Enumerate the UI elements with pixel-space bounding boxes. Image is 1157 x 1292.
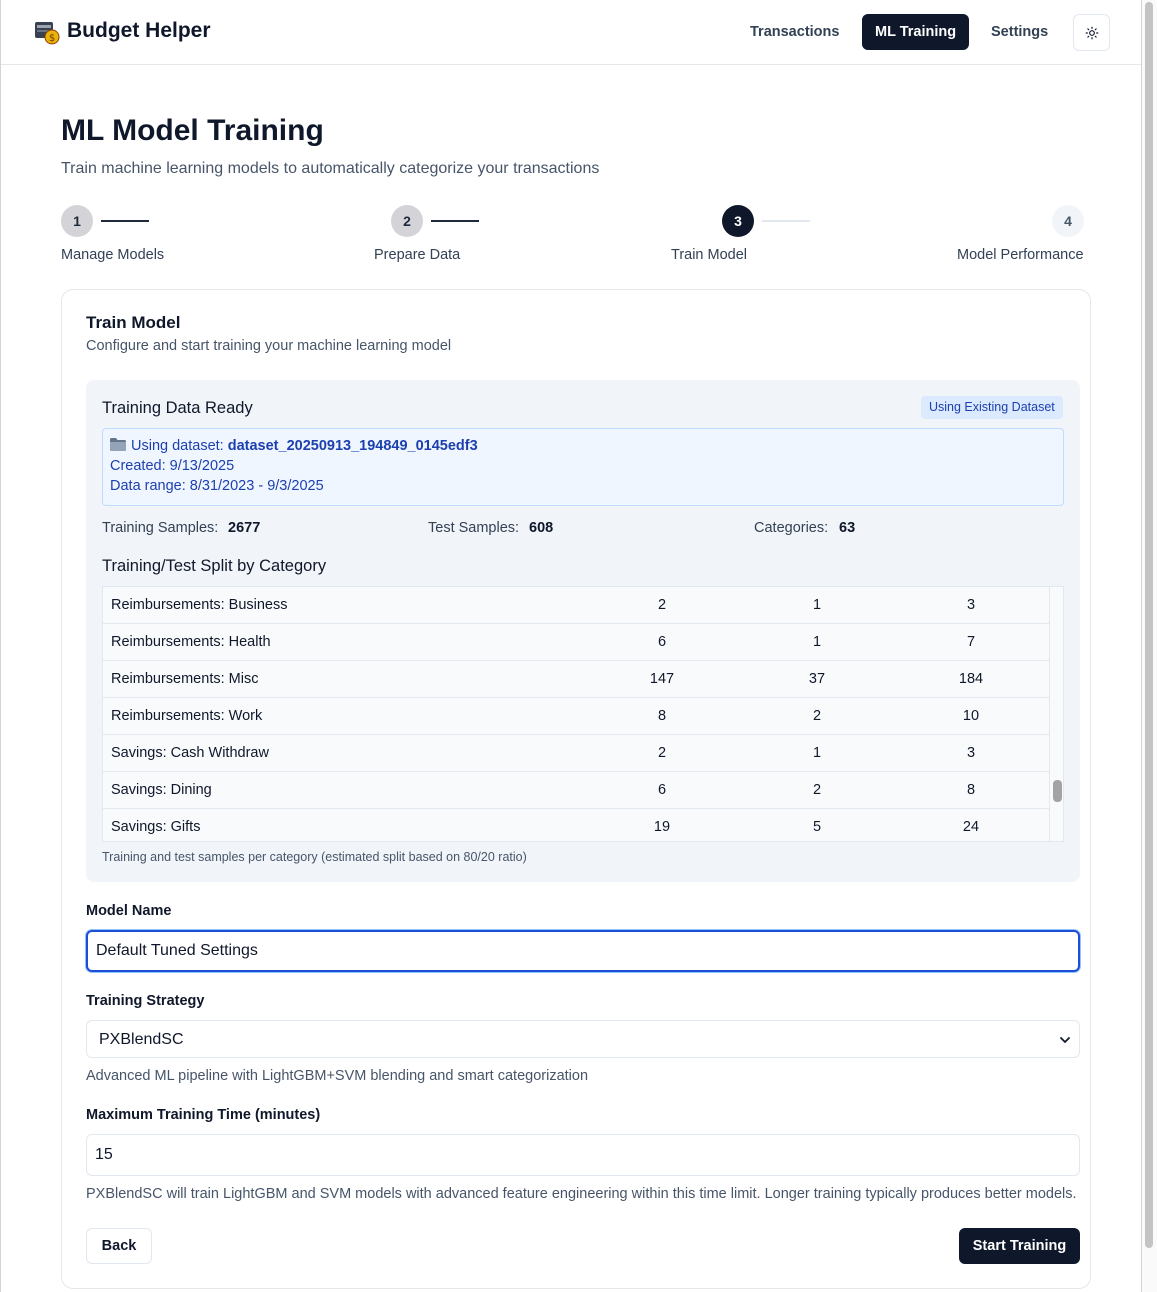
category-cell: Reimbursements: Health	[111, 634, 271, 650]
train-cell: 147	[649, 671, 675, 687]
test-cell: 5	[812, 819, 822, 835]
test-samples-label: Test Samples:	[428, 520, 520, 536]
dataset-created: Created: 9/13/2025	[110, 458, 235, 474]
category-cell: Reimbursements: Business	[111, 597, 288, 613]
split-table[interactable]: Reimbursements: Business 2 1 3 Reimburse…	[102, 586, 1064, 842]
dataset-range: Data range: 8/31/2023 - 9/3/2025	[110, 478, 324, 494]
table-scrollbar[interactable]	[1049, 587, 1063, 841]
table-row: Savings: Cash Withdraw 2 1 3	[103, 735, 1049, 772]
chevron-down-icon	[1060, 1037, 1070, 1043]
step-2-circle[interactable]: 2	[391, 205, 423, 237]
page-subtitle: Train machine learning models to automat…	[61, 160, 600, 177]
total-cell: 184	[958, 671, 984, 687]
training-samples-value: 2677	[228, 520, 261, 536]
back-button[interactable]: Back	[86, 1228, 152, 1264]
test-cell: 2	[812, 708, 822, 724]
table-scrollbar-thumb[interactable]	[1053, 780, 1062, 802]
table-row: Savings: Gifts 19 5 24	[103, 809, 1049, 841]
categories-value: 63	[839, 520, 856, 536]
step-4-label: Model Performance	[957, 247, 1084, 263]
svg-text:$: $	[49, 33, 55, 44]
model-name-input[interactable]	[86, 930, 1080, 972]
sun-icon	[1085, 26, 1098, 39]
test-cell: 2	[812, 782, 822, 798]
total-cell: 10	[962, 708, 980, 724]
card-title: Train Model	[86, 313, 181, 332]
category-cell: Savings: Gifts	[111, 819, 201, 835]
table-row: Reimbursements: Business 2 1 3	[103, 587, 1049, 624]
train-cell: 8	[657, 708, 667, 724]
category-cell: Reimbursements: Misc	[111, 671, 259, 687]
step-3-circle[interactable]: 3	[722, 205, 754, 237]
train-cell: 6	[657, 634, 667, 650]
category-cell: Savings: Cash Withdraw	[111, 745, 269, 761]
step-4-circle[interactable]: 4	[1052, 205, 1084, 237]
max-time-help: PXBlendSC will train LightGBM and SVM mo…	[86, 1186, 1077, 1202]
split-table-title: Training/Test Split by Category	[102, 557, 327, 575]
split-table-note: Training and test samples per category (…	[102, 850, 527, 864]
page-scrollbar[interactable]	[1142, 0, 1157, 1292]
table-row: Reimbursements: Work 8 2 10	[103, 698, 1049, 735]
table-row: Savings: Dining 6 2 8	[103, 772, 1049, 809]
training-strategy-value: PXBlendSC	[99, 1031, 184, 1048]
step-1-label: Manage Models	[61, 247, 165, 263]
page-title: ML Model Training	[61, 114, 324, 147]
categories-label: Categories:	[754, 520, 829, 536]
test-cell: 1	[812, 597, 822, 613]
card-description: Configure and start training your machin…	[86, 338, 452, 354]
folder-icon	[110, 438, 126, 451]
dataset-using-prefix: Using dataset:	[131, 438, 224, 454]
training-strategy-label: Training Strategy	[86, 993, 205, 1009]
step-connector	[762, 220, 810, 222]
total-cell: 8	[966, 782, 976, 798]
training-strategy-help: Advanced ML pipeline with LightGBM+SVM b…	[86, 1068, 589, 1084]
nav-ml-training[interactable]: ML Training	[862, 14, 970, 50]
category-cell: Reimbursements: Work	[111, 708, 263, 724]
train-cell: 6	[657, 782, 667, 798]
app-window: $ Budget Helper Transactions ML Training…	[0, 0, 1142, 1292]
start-training-button[interactable]: Start Training	[959, 1228, 1080, 1264]
table-row: Reimbursements: Health 6 1 7	[103, 624, 1049, 661]
train-cell: 19	[653, 819, 671, 835]
test-cell: 37	[808, 671, 826, 687]
page-scrollbar-thumb[interactable]	[1145, 2, 1153, 1248]
dataset-name-line: Using dataset: dataset_20250913_194849_0…	[110, 438, 478, 454]
total-cell: 3	[966, 745, 976, 761]
total-cell: 7	[966, 634, 976, 650]
train-cell: 2	[657, 745, 667, 761]
training-data-title: Training Data Ready	[102, 399, 253, 417]
step-2-label: Prepare Data	[374, 247, 461, 263]
wallet-logo-icon: $	[35, 22, 60, 45]
step-3-label: Train Model	[671, 247, 748, 263]
app-brand: Budget Helper	[67, 19, 211, 42]
step-connector	[431, 220, 479, 222]
model-name-label: Model Name	[86, 903, 172, 919]
category-cell: Savings: Dining	[111, 782, 212, 798]
total-cell: 24	[962, 819, 980, 835]
max-time-label: Maximum Training Time (minutes)	[86, 1107, 321, 1123]
table-row: Reimbursements: Misc 147 37 184	[103, 661, 1049, 698]
total-cell: 3	[966, 597, 976, 613]
training-strategy-select[interactable]: PXBlendSC	[86, 1020, 1080, 1058]
dataset-name: dataset_20250913_194849_0145edf3	[227, 438, 478, 454]
training-samples-label: Training Samples:	[102, 520, 219, 536]
step-connector	[101, 220, 149, 222]
top-navigation-bar: $ Budget Helper Transactions ML Training…	[1, 0, 1141, 65]
step-1-circle[interactable]: 1	[61, 205, 93, 237]
dataset-status-badge: Using Existing Dataset	[921, 396, 1063, 419]
max-time-input[interactable]	[86, 1134, 1080, 1176]
nav-transactions[interactable]: Transactions	[737, 14, 852, 50]
nav-settings[interactable]: Settings	[978, 14, 1061, 50]
theme-toggle-button[interactable]	[1073, 14, 1110, 51]
train-cell: 2	[657, 597, 667, 613]
test-cell: 1	[812, 634, 822, 650]
test-samples-value: 608	[529, 520, 554, 536]
test-cell: 1	[812, 745, 822, 761]
